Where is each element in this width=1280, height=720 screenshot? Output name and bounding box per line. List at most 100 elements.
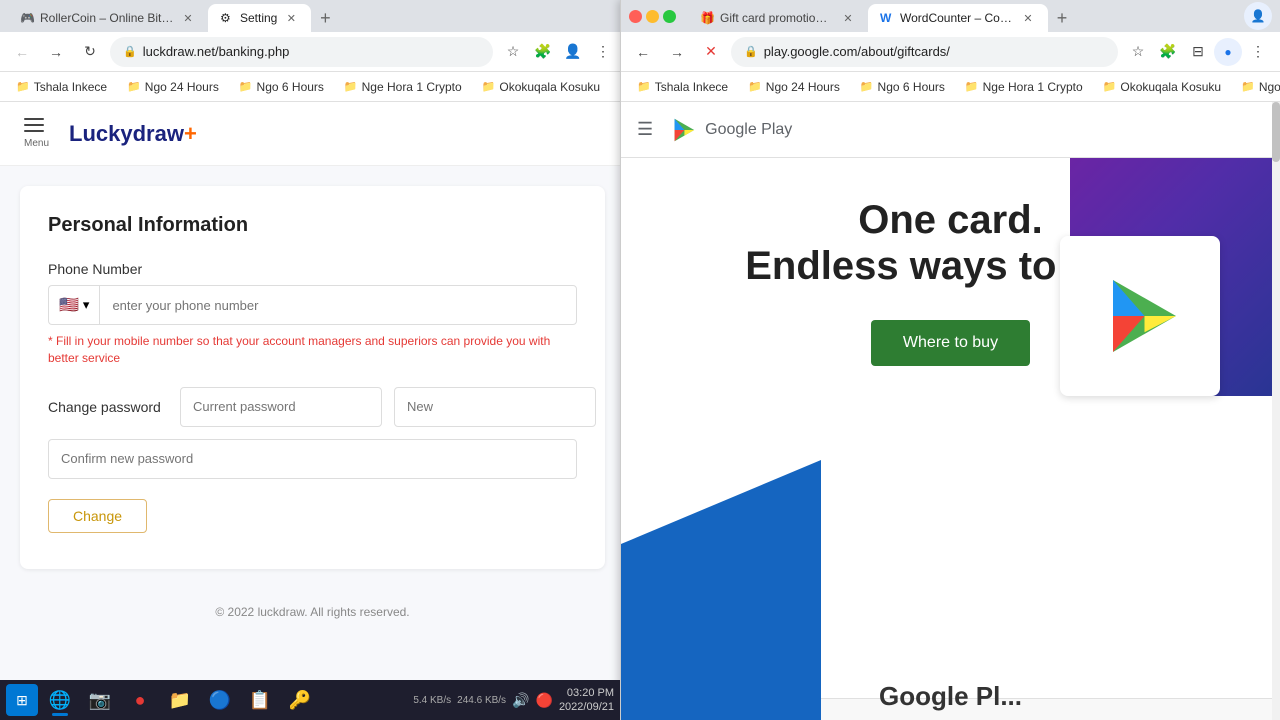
sys-clock: 03:20 PM 2022/09/21 <box>559 686 614 715</box>
right-bookmark-okokuqala[interactable]: 📁 Okokuqala Kosuku <box>1095 77 1229 97</box>
tab-wordcounter-label: WordCounter – Count Words ... <box>900 11 1014 25</box>
tab-rollercoin[interactable]: 🎮 RollerCoin – Online Bitcoin Mini... ✕ <box>8 4 208 32</box>
gplay-header: ☰ Google Play <box>621 102 1280 158</box>
bookmark-star-left[interactable]: ☆ <box>499 38 527 66</box>
extensions-right[interactable]: 🧩 <box>1154 38 1182 66</box>
maximize-window-button[interactable] <box>663 10 676 23</box>
footer-text: © 2022 luckdraw. All rights reserved. <box>0 589 625 635</box>
right-scrollbar-thumb[interactable] <box>1272 102 1280 162</box>
gplay-menu-icon[interactable]: ☰ <box>637 119 653 140</box>
taskbar-item-2[interactable]: 📷 <box>82 682 118 718</box>
new-tab-button-left[interactable]: + <box>311 4 339 32</box>
lock-icon-right: 🔒 <box>744 45 758 58</box>
tab-giftcard-close[interactable]: ✕ <box>840 10 856 26</box>
where-to-buy-button[interactable]: Where to buy <box>871 320 1030 366</box>
sidebar-right[interactable]: ⊟ <box>1184 38 1212 66</box>
start-button[interactable]: ⊞ <box>6 684 38 716</box>
left-titlebar: 🎮 RollerCoin – Online Bitcoin Mini... ✕ … <box>0 0 625 32</box>
bookmark-nge1[interactable]: 📁 Nge Hora 1 Crypto <box>336 77 470 97</box>
taskbar-item-icon-5: 🔵 <box>209 690 231 711</box>
close-window-button[interactable] <box>629 10 642 23</box>
wordcounter-favicon: W <box>880 11 894 25</box>
menu-right[interactable]: ⋮ <box>1244 38 1272 66</box>
section-title: Personal Information <box>48 214 577 237</box>
right-chrome-toolbar: ← → ✕ 🔒 play.google.com/about/giftcards/… <box>621 32 1280 72</box>
bookmark-nge1-label: Nge Hora 1 Crypto <box>362 80 462 94</box>
taskbar: ⊞ 🌐 📷 ● 📁 🔵 📋 🔑 5.4 KB/s 244.6 KB/s 🔊 🔴 … <box>0 680 620 720</box>
new-password-input[interactable] <box>394 387 596 427</box>
gplay-hero: One card. Endless ways to play. Where to… <box>621 158 1280 396</box>
google-play-bottom-text: Google Pl... <box>879 681 1022 712</box>
taskbar-item-4[interactable]: 📁 <box>162 682 198 718</box>
address-bar-right[interactable]: 🔒 play.google.com/about/giftcards/ <box>731 37 1118 67</box>
reload-button-left[interactable]: ↻ <box>76 38 104 66</box>
right-bookmark-ngo6[interactable]: 📁 Ngo 6 Hours <box>852 77 953 97</box>
left-tab-bar: 🎮 RollerCoin – Online Bitcoin Mini... ✕ … <box>8 0 339 32</box>
taskbar-sys-tray: 5.4 KB/s 244.6 KB/s 🔊 🔴 03:20 PM 2022/09… <box>413 686 614 715</box>
taskbar-browser-left[interactable]: 🌐 <box>42 682 78 718</box>
tab-rollercoin-close[interactable]: ✕ <box>180 10 196 26</box>
taskbar-item-6[interactable]: 📋 <box>242 682 278 718</box>
back-button-left[interactable]: ← <box>8 38 36 66</box>
confirm-password-input[interactable] <box>48 439 577 479</box>
phone-input[interactable] <box>99 285 577 325</box>
reload-button-right[interactable]: ✕ <box>697 38 725 66</box>
luckydraw-logo: Luckydraw+ <box>69 121 197 147</box>
forward-button-right[interactable]: → <box>663 38 691 66</box>
bookmark-tshala-label: Tshala Inkece <box>34 80 107 94</box>
taskbar-item-3[interactable]: ● <box>122 682 158 718</box>
right-bookmark-ngofours[interactable]: 📁 Ngo Fours <box>1233 77 1280 97</box>
taskbar-item-5[interactable]: 🔵 <box>202 682 238 718</box>
country-select[interactable]: 🇺🇸 ▾ <box>48 285 99 325</box>
right-bookmark-ngo24[interactable]: 📁 Ngo 24 Hours <box>740 77 848 97</box>
right-bookmark-nge1[interactable]: 📁 Nge Hora 1 Crypto <box>957 77 1091 97</box>
tab-giftcard[interactable]: 🎁 Gift card promotions, where t... ✕ <box>688 4 868 32</box>
right-bookmark-tshala[interactable]: 📁 Tshala Inkece <box>629 77 736 97</box>
profile-circle-right[interactable]: ● <box>1214 38 1242 66</box>
extensions-left[interactable]: 🧩 <box>529 38 557 66</box>
change-button[interactable]: Change <box>48 499 147 533</box>
menu-left[interactable]: ⋮ <box>589 38 617 66</box>
tab-setting-close[interactable]: ✕ <box>283 10 299 26</box>
phone-input-row: 🇺🇸 ▾ <box>48 285 577 325</box>
taskbar-item-7[interactable]: 🔑 <box>282 682 318 718</box>
right-browser: 🎁 Gift card promotions, where t... ✕ W W… <box>620 0 1280 720</box>
bookmark-ngo6[interactable]: 📁 Ngo 6 Hours <box>231 77 332 97</box>
new-tab-button-right[interactable]: + <box>1048 4 1076 32</box>
right-page-content: ☰ Google Play <box>621 102 1280 720</box>
menu-hamburger[interactable]: Menu <box>20 114 53 153</box>
tab-setting[interactable]: ⚙ Setting ✕ <box>208 4 311 32</box>
bookmark-okokuqala-label: Okokuqala Kosuku <box>499 80 600 94</box>
address-bar-left[interactable]: 🔒 luckdraw.net/banking.php <box>110 37 493 67</box>
forward-button-left[interactable]: → <box>42 38 70 66</box>
right-bookmark-nge1-label: Nge Hora 1 Crypto <box>983 80 1083 94</box>
sys-icon-2: 🔴 <box>536 692 553 709</box>
right-tab-bar: 🎁 Gift card promotions, where t... ✕ W W… <box>688 0 1076 32</box>
tab-wordcounter-close[interactable]: ✕ <box>1020 10 1036 26</box>
setting-favicon: ⚙ <box>220 11 234 25</box>
menu-line-3 <box>24 130 44 132</box>
tab-wordcounter[interactable]: W WordCounter – Count Words ... ✕ <box>868 4 1048 32</box>
right-bookmark-icon-tshala: 📁 <box>637 80 651 93</box>
minimize-window-button[interactable] <box>646 10 659 23</box>
current-password-input[interactable] <box>180 387 382 427</box>
bookmark-tshala[interactable]: 📁 Tshala Inkece <box>8 77 115 97</box>
bookmark-star-right[interactable]: ☆ <box>1124 38 1152 66</box>
tab-rollercoin-label: RollerCoin – Online Bitcoin Mini... <box>40 11 174 25</box>
google-play-page: ☰ Google Play <box>621 102 1280 720</box>
bookmark-folder-icon-ngo24: 📁 <box>127 80 141 93</box>
profile-left[interactable]: 👤 <box>559 38 587 66</box>
left-browser: 🎮 RollerCoin – Online Bitcoin Mini... ✕ … <box>0 0 625 720</box>
back-button-right[interactable]: ← <box>629 38 657 66</box>
gplay-logo-svg <box>669 116 697 144</box>
bookmark-ngo24[interactable]: 📁 Ngo 24 Hours <box>119 77 227 97</box>
right-bookmark-icon-okokuqala: 📁 <box>1103 80 1117 93</box>
right-scrollbar[interactable] <box>1272 102 1280 720</box>
personal-info-section: Personal Information Phone Number 🇺🇸 ▾ *… <box>20 186 605 569</box>
right-profile-btn[interactable]: 👤 <box>1244 2 1272 30</box>
menu-label: Menu <box>24 138 49 149</box>
bookmark-okokuqala[interactable]: 📁 Okokuqala Kosuku <box>474 77 608 97</box>
tab-setting-label: Setting <box>240 11 277 25</box>
bookmark-folder-icon-okokuqala: 📁 <box>482 80 496 93</box>
gplay-play-icon-large <box>1095 271 1185 361</box>
